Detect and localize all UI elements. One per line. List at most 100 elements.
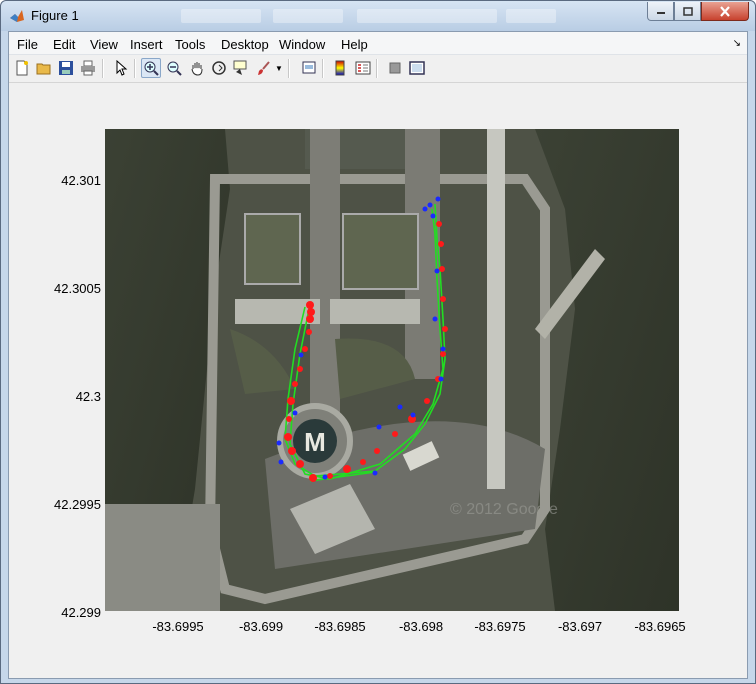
blue-point (292, 410, 298, 416)
toolbar-separator (102, 59, 104, 78)
zoom-in-button[interactable] (141, 58, 161, 78)
close-icon (720, 5, 730, 17)
dock-arrow-icon[interactable]: ↘ (733, 38, 741, 49)
close-button[interactable] (701, 2, 749, 21)
blue-point (435, 196, 441, 202)
block-m-logo: M (304, 427, 326, 457)
walkway (330, 299, 420, 324)
menu-window[interactable]: Window (279, 37, 325, 52)
red-point (439, 266, 445, 272)
blue-point (410, 412, 416, 418)
runway-strip (487, 129, 505, 489)
insert-legend-button[interactable] (353, 58, 373, 78)
insert-colorbar-button[interactable] (330, 58, 350, 78)
grass-plot (342, 213, 419, 290)
red-point (436, 221, 442, 227)
new-figure-button[interactable] (12, 58, 32, 78)
pan-hand-icon (191, 62, 203, 76)
blue-point (434, 268, 440, 274)
blue-point (298, 352, 304, 358)
background-window-tab (273, 9, 343, 23)
window-title: Figure 1 (31, 8, 79, 23)
red-point (327, 473, 333, 479)
x-tick-label: -83.6995 (152, 619, 204, 634)
red-point (392, 431, 398, 437)
central-road (310, 129, 340, 429)
figure-toolbar: ▼ (9, 55, 747, 83)
blue-point (432, 316, 438, 322)
red-point (287, 397, 295, 405)
menu-view[interactable]: View (90, 37, 118, 52)
red-point (438, 241, 444, 247)
red-point (288, 447, 296, 455)
menu-help[interactable]: Help (341, 37, 368, 52)
open-file-button[interactable] (34, 58, 54, 78)
rotate-3d-icon (212, 61, 226, 75)
menu-insert[interactable]: Insert (130, 37, 163, 52)
red-point (302, 346, 308, 352)
y-tick-label: 42.3005 (54, 281, 101, 296)
red-point (374, 448, 380, 454)
toolbar-separator (288, 59, 290, 78)
minimize-button[interactable] (647, 2, 674, 21)
edit-plot-button[interactable] (111, 58, 131, 78)
red-point (343, 465, 351, 473)
toolbar-separator (376, 59, 378, 78)
save-icon (59, 61, 73, 75)
brush-button[interactable] (254, 58, 274, 78)
background-window-tab (181, 9, 261, 23)
blue-point (422, 206, 428, 212)
blue-point (322, 474, 328, 480)
red-point (440, 351, 446, 357)
hide-plot-tools-button[interactable] (385, 58, 405, 78)
zoom-out-button[interactable] (164, 58, 184, 78)
print-button[interactable] (78, 58, 98, 78)
data-cursor-button[interactable] (231, 58, 251, 78)
y-tick-label: 42.2995 (54, 497, 101, 512)
menu-edit[interactable]: Edit (53, 37, 75, 52)
title-bar[interactable]: Figure 1 (1, 1, 755, 31)
blue-point (427, 202, 433, 208)
red-point (424, 398, 430, 404)
brush-dropdown-icon[interactable]: ▼ (275, 64, 283, 73)
insert-legend-icon (355, 61, 371, 75)
toolbar-separator (134, 59, 136, 78)
red-point (297, 366, 303, 372)
aerial-map-axes[interactable]: M © 2012 Google (105, 129, 679, 611)
background-window-tab (357, 9, 497, 23)
blue-point (440, 346, 446, 352)
menu-file[interactable]: File (17, 37, 38, 52)
blue-point (372, 470, 378, 476)
link-plot-button[interactable] (299, 58, 319, 78)
pan-button[interactable] (187, 58, 207, 78)
maximize-button[interactable] (674, 2, 701, 21)
minimize-icon (656, 12, 665, 14)
rotate-3d-button[interactable] (209, 58, 229, 78)
menu-tools[interactable]: Tools (175, 37, 205, 52)
blue-point (278, 459, 284, 465)
toolbar-separator (322, 59, 324, 78)
y-tick-label: 42.301 (61, 173, 101, 188)
x-tick-label: -83.6965 (634, 619, 686, 634)
show-plot-tools-button[interactable] (407, 58, 427, 78)
grass-plot (244, 213, 301, 285)
red-point (440, 296, 446, 302)
blue-point (397, 404, 403, 410)
red-point (442, 326, 448, 332)
y-tick-label: 42.3 (75, 389, 101, 404)
new-figure-icon (16, 60, 28, 76)
menu-desktop[interactable]: Desktop (221, 37, 269, 52)
x-tick-label: -83.697 (557, 619, 603, 634)
map-watermark: © 2012 Google (450, 501, 558, 518)
blue-point (276, 440, 282, 446)
figure-window: Figure 1 File Edit View Insert Tools Des… (0, 0, 756, 684)
hide-plot-tools-icon (389, 62, 401, 74)
x-tick-label: -83.6985 (314, 619, 366, 634)
print-icon (81, 60, 95, 76)
save-button[interactable] (56, 58, 76, 78)
background-window-tab (506, 9, 556, 23)
red-point (307, 308, 315, 316)
y-tick-label: 42.299 (61, 605, 101, 620)
red-point (306, 329, 312, 335)
data-cursor-icon (233, 60, 247, 75)
